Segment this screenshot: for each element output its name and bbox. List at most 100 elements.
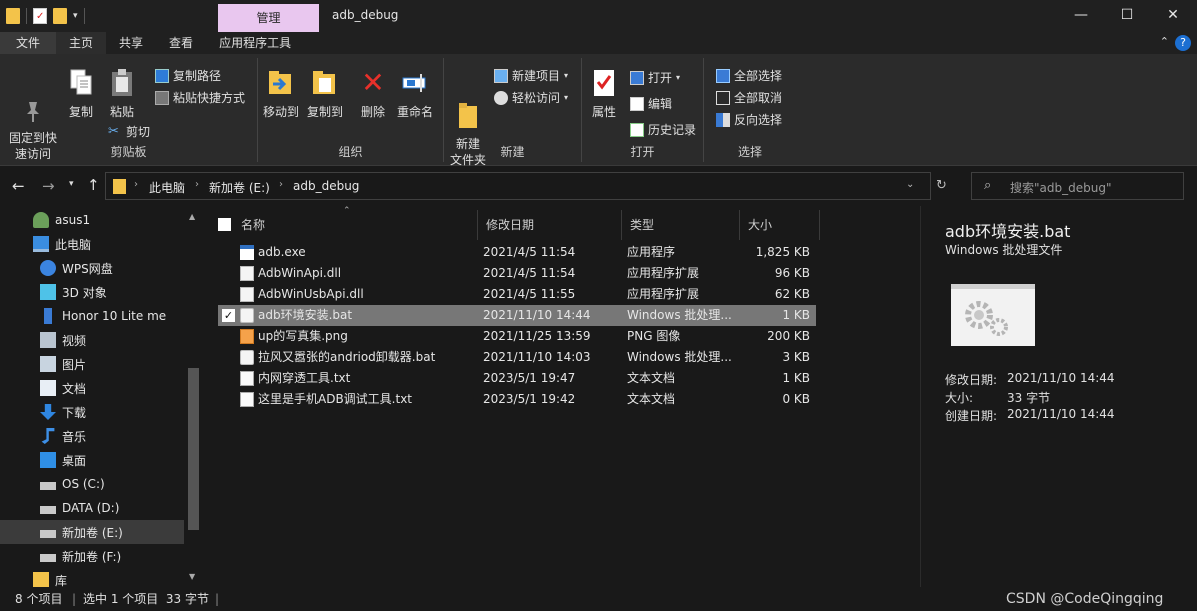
sidebar-item[interactable]: WPS网盘 <box>0 256 184 280</box>
file-row[interactable]: adb.exe 2021/4/5 11:54 应用程序 1,825 KB <box>218 242 816 263</box>
file-row[interactable]: AdbWinUsbApi.dll 2021/4/5 11:55 应用程序扩展 62 K… <box>218 284 816 305</box>
file-name: 拉风又嚣张的andriod卸载器.bat <box>258 350 436 364</box>
minimize-button[interactable]: — <box>1058 0 1104 30</box>
move-to-button[interactable]: 移动到 <box>260 64 302 120</box>
sidebar-item[interactable]: asus1 <box>0 208 184 232</box>
sidebar-item[interactable]: 3D 对象 <box>0 280 184 304</box>
sidebar-item-label: 视频 <box>62 333 87 348</box>
file-row[interactable]: ✓ adb环境安装.bat 2021/11/10 14:44 Windows 批处理.… <box>218 305 816 326</box>
sidebar-item[interactable]: 文档 <box>0 376 184 400</box>
maximize-button[interactable]: ☐ <box>1104 0 1150 30</box>
sidebar-item[interactable]: OS (C:) <box>0 472 184 496</box>
ribbon-tabs: 文件 主页 共享 查看 应用程序工具 <box>0 32 1197 54</box>
address-dropdown-icon[interactable]: ⌄ <box>906 179 914 190</box>
sidebar-item-label: 库 <box>55 573 68 588</box>
sidebar-item[interactable]: 下载 <box>0 400 184 424</box>
help-icon[interactable]: ? <box>1175 35 1191 51</box>
collapse-ribbon-icon[interactable]: ⌃ <box>1160 35 1169 48</box>
select-all-checkbox[interactable] <box>218 218 231 231</box>
sidebar-item[interactable]: 音乐 <box>0 424 184 448</box>
breadcrumb-adb-debug[interactable]: adb_debug <box>293 179 359 193</box>
sidebar-item[interactable]: 图片 <box>0 352 184 376</box>
organize-group-label: 组织 <box>338 145 363 159</box>
file-row[interactable]: AdbWinApi.dll 2021/4/5 11:54 应用程序扩展 96 KB <box>218 263 816 284</box>
properties-qat-icon[interactable]: ✓ <box>33 8 47 24</box>
file-row[interactable]: 内网穿透工具.txt 2023/5/1 19:47 文本文档 1 KB <box>218 368 816 389</box>
qat-dropdown-icon[interactable]: ▾ <box>73 11 78 21</box>
tab-share[interactable]: 共享 <box>106 32 156 54</box>
sidebar-item[interactable]: 新加卷 (F:) <box>0 544 184 568</box>
scroll-down-icon[interactable]: ▼ <box>189 572 195 581</box>
breadcrumb-drive-e[interactable]: 新加卷 (E:) <box>209 179 270 196</box>
cloud-icon <box>40 260 56 276</box>
sidebar-item[interactable]: 桌面 <box>0 448 184 472</box>
tab-home[interactable]: 主页 <box>56 32 107 54</box>
delete-button[interactable]: ✕ 删除 <box>356 64 390 120</box>
forward-icon[interactable]: → <box>42 177 55 195</box>
invert-selection-button[interactable]: 反向选择 <box>716 110 782 130</box>
select-all-button[interactable]: 全部选择 <box>716 66 782 86</box>
copy-path-button[interactable]: 复制路径 <box>155 66 221 86</box>
new-folder-qat-icon[interactable] <box>53 8 67 24</box>
history-button[interactable]: 历史记录 <box>630 120 696 140</box>
manage-context-tab[interactable]: 管理 <box>218 4 319 32</box>
easy-access-icon <box>494 91 508 105</box>
address-bar[interactable]: › 此电脑 › 新加卷 (E:) › adb_debug ⌄ ↻ <box>105 172 947 200</box>
select-none-button[interactable]: 全部取消 <box>716 88 782 108</box>
sidebar-item[interactable]: 新加卷 (E:) <box>0 520 184 544</box>
new-item-button[interactable]: 新建项目 ▾ <box>494 66 568 86</box>
open-dropdown-icon: ▾ <box>676 73 681 82</box>
sidebar-item[interactable]: DATA (D:) <box>0 496 184 520</box>
file-date: 2021/4/5 11:54 <box>483 266 576 280</box>
navigation-pane: asus1 此电脑 WPS网盘 3D 对象 Honor 10 Lite me 视频图片 文档… <box>0 206 203 587</box>
breadcrumb-separator-icon: › <box>279 179 283 190</box>
recent-locations-icon[interactable]: ▾ <box>69 179 74 189</box>
refresh-icon[interactable]: ↻ <box>936 178 947 193</box>
tab-view[interactable]: 查看 <box>156 32 206 54</box>
tab-app-tools[interactable]: 应用程序工具 <box>206 32 304 54</box>
rename-button[interactable]: 重命名 <box>394 64 436 120</box>
select-none-label: 全部取消 <box>734 91 783 105</box>
file-size: 3 KB <box>782 350 810 364</box>
sidebar-item-label: 桌面 <box>62 453 87 468</box>
drive-icon <box>40 506 56 514</box>
easy-access-button[interactable]: 轻松访问 ▾ <box>494 88 568 108</box>
copy-button[interactable]: 复制 <box>64 64 98 120</box>
sidebar-item[interactable]: 视频 <box>0 328 184 352</box>
edit-button[interactable]: 编辑 <box>630 94 672 114</box>
breadcrumb-this-pc[interactable]: 此电脑 <box>149 179 185 196</box>
properties-icon <box>592 68 616 98</box>
paste-shortcut-button[interactable]: 粘贴快捷方式 <box>155 88 245 108</box>
properties-button[interactable]: 属性 <box>586 64 622 120</box>
tab-file[interactable]: 文件 <box>0 32 57 54</box>
file-row[interactable]: 拉风又嚣张的andriod卸载器.bat 2021/11/10 14:03 Wind… <box>218 347 816 368</box>
cut-button[interactable]: ✂ 剪切 <box>108 122 150 142</box>
sidebar-item[interactable]: Honor 10 Lite me <box>0 304 184 328</box>
delete-icon: ✕ <box>361 66 385 99</box>
column-header-type[interactable]: 类型 <box>622 210 740 240</box>
file-date: 2021/4/5 11:54 <box>483 245 576 259</box>
paste-button[interactable]: 粘贴 <box>104 64 140 120</box>
new-item-icon <box>494 69 508 83</box>
scroll-up-icon[interactable]: ▲ <box>189 212 195 221</box>
search-input[interactable]: ⌕ 搜索"adb_debug" <box>971 172 1184 200</box>
scrollbar-thumb[interactable] <box>188 368 199 530</box>
cube-icon <box>40 284 56 300</box>
file-row[interactable]: up的写真集.png 2021/11/25 13:59 PNG 图像 200 KB <box>218 326 816 347</box>
file-date: 2023/5/1 19:42 <box>483 392 576 406</box>
copy-path-label: 复制路径 <box>173 69 222 83</box>
column-header-date[interactable]: 修改日期 <box>478 210 622 240</box>
file-row[interactable]: 这里是手机ADB调试工具.txt 2023/5/1 19:42 文本文档 0 KB <box>218 389 816 410</box>
close-button[interactable]: ✕ <box>1150 0 1196 30</box>
open-button[interactable]: 打开 ▾ <box>630 68 680 88</box>
copy-to-button[interactable]: 复制到 <box>304 64 346 120</box>
sidebar-item[interactable]: 此电脑 <box>0 232 184 256</box>
back-icon[interactable]: ← <box>12 177 25 195</box>
open-group: 属性 打开 ▾ 编辑 历史记录 打开 <box>582 58 704 162</box>
up-icon[interactable]: ↑ <box>87 176 100 194</box>
column-header-size[interactable]: 大小 <box>740 210 820 240</box>
download-icon <box>40 404 56 420</box>
row-checkbox[interactable]: ✓ <box>222 309 235 322</box>
column-header-name[interactable]: 名称 <box>233 210 478 240</box>
sidebar-item[interactable]: 库 <box>0 568 184 587</box>
